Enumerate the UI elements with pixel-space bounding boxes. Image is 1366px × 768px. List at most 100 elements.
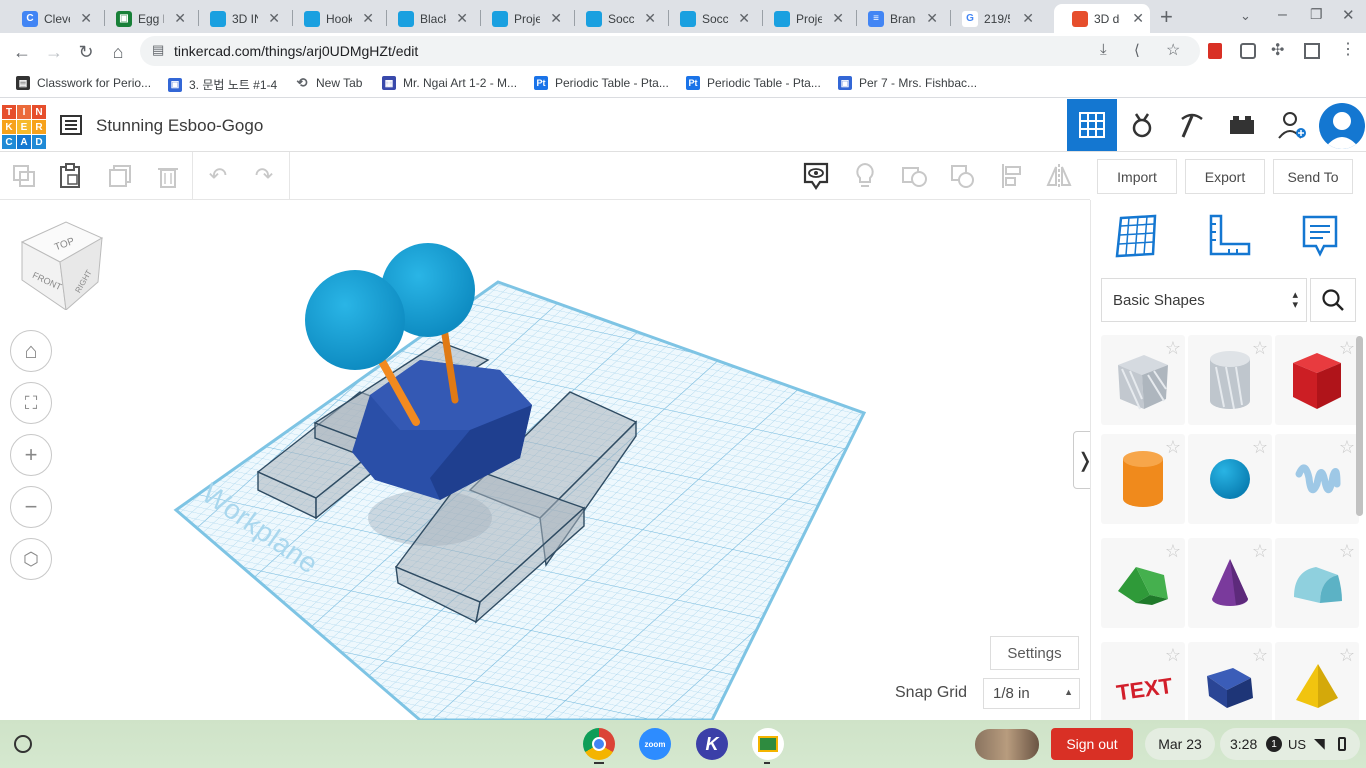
browser-tab[interactable]: ▣ Egg D ✕: [98, 4, 192, 33]
favorite-star-icon[interactable]: ☆: [1339, 646, 1355, 664]
shape-round-roof[interactable]: ☆: [1275, 538, 1359, 628]
close-icon[interactable]: ✕: [1132, 10, 1144, 27]
notes-icon[interactable]: [1301, 214, 1339, 263]
close-icon[interactable]: ✕: [550, 10, 562, 27]
shape-roof[interactable]: ☆: [1101, 538, 1185, 628]
send-to-button[interactable]: Send To: [1273, 159, 1353, 194]
close-icon[interactable]: ✕: [80, 10, 92, 27]
site-info-icon[interactable]: ▤: [152, 42, 164, 58]
browser-tab[interactable]: Hook ✕: [286, 4, 380, 33]
paste-icon[interactable]: [54, 160, 86, 192]
puzzle-icon[interactable]: ✣: [1271, 40, 1284, 60]
browser-tab[interactable]: Socce ✕: [568, 4, 662, 33]
duplicate-icon[interactable]: [104, 160, 136, 192]
favorite-star-icon[interactable]: ☆: [1165, 438, 1181, 456]
install-icon[interactable]: ⤓: [1100, 41, 1107, 58]
bricks-view-button[interactable]: [1167, 99, 1217, 151]
redo-icon[interactable]: ↷: [248, 160, 280, 192]
favorite-star-icon[interactable]: ☆: [1165, 339, 1181, 357]
bookmark-item[interactable]: ▣ Per 7 - Mrs. Fishbac...: [838, 76, 977, 90]
back-icon[interactable]: ←: [9, 39, 35, 65]
new-tab-icon[interactable]: +: [1160, 4, 1173, 30]
favorite-star-icon[interactable]: ☆: [1339, 438, 1355, 456]
shape-scribble[interactable]: ☆: [1275, 434, 1359, 524]
chrome-icon[interactable]: [583, 728, 615, 760]
zoom-out-icon[interactable]: −: [10, 486, 52, 528]
close-icon[interactable]: ✕: [268, 10, 280, 27]
view-cube[interactable]: TOP FRONT RIGHT: [18, 218, 106, 312]
bookmark-item[interactable]: ▤ Classwork for Perio...: [16, 76, 151, 90]
copy-icon[interactable]: [8, 160, 40, 192]
browser-tab-active[interactable]: 3D de ✕: [1054, 4, 1150, 33]
favorite-star-icon[interactable]: ☆: [1165, 646, 1181, 664]
address-bar[interactable]: ▤ tinkercad.com/things/arj0UDMgHZt/edit …: [140, 36, 1200, 66]
close-icon[interactable]: ✕: [1022, 10, 1034, 27]
home-icon[interactable]: ⌂: [105, 39, 131, 65]
browser-tab[interactable]: Projec ✕: [756, 4, 850, 33]
favorite-star-icon[interactable]: ☆: [1339, 542, 1355, 560]
system-tray[interactable]: 3:28 1 US ◥: [1220, 728, 1360, 760]
restore-icon[interactable]: ❐: [1310, 6, 1323, 23]
close-icon[interactable]: ✕: [456, 10, 468, 27]
close-icon[interactable]: ✕: [174, 10, 186, 27]
shape-text[interactable]: TEXT ☆: [1101, 642, 1185, 732]
panel-scrollbar[interactable]: [1356, 336, 1363, 516]
workplane-viewport[interactable]: Workplane TOP FRONT RIGHT ⌂ ⛶ + − ⬡ Sett…: [0, 200, 1090, 720]
shape-half-cylinder[interactable]: ☆: [1188, 642, 1272, 732]
avatar[interactable]: [1319, 103, 1365, 149]
extension-icon[interactable]: [1208, 43, 1222, 59]
zoom-icon[interactable]: zoom: [639, 728, 671, 760]
invite-user-button[interactable]: [1267, 99, 1317, 151]
tinkercad-logo[interactable]: T I N K E R C A D: [2, 105, 46, 149]
shape-pyramid[interactable]: ☆: [1275, 642, 1359, 732]
shape-sphere[interactable]: ☆: [1188, 434, 1272, 524]
reload-icon[interactable]: ↻: [73, 39, 99, 65]
avatar[interactable]: [975, 729, 1039, 760]
shape-cylinder[interactable]: ☆: [1101, 434, 1185, 524]
bookmark-star-icon[interactable]: ☆: [1166, 40, 1180, 60]
sign-out-button[interactable]: Sign out: [1051, 728, 1133, 760]
chevron-down-icon[interactable]: ⌄: [1240, 8, 1251, 24]
browser-tab[interactable]: Black ✕: [380, 4, 474, 33]
browser-tab[interactable]: G 219/5 ✕: [944, 4, 1052, 33]
more-menu-icon[interactable]: ⋮: [1340, 39, 1356, 59]
shape-category-select[interactable]: Basic Shapes ▴ ▾: [1101, 278, 1307, 322]
ruler-icon[interactable]: [1207, 214, 1251, 263]
favorite-star-icon[interactable]: ☆: [1252, 438, 1268, 456]
mirror-icon[interactable]: [1043, 160, 1075, 192]
workplane-tool-icon[interactable]: [1115, 214, 1159, 263]
import-button[interactable]: Import: [1097, 159, 1177, 194]
launcher-icon[interactable]: [14, 735, 32, 753]
side-panel-icon[interactable]: [1304, 43, 1320, 59]
close-icon[interactable]: ✕: [644, 10, 656, 27]
fit-view-icon[interactable]: ⛶: [10, 382, 52, 424]
browser-tab[interactable]: C Clever ✕: [4, 4, 98, 33]
export-button[interactable]: Export: [1185, 159, 1265, 194]
lego-view-button[interactable]: [1217, 99, 1267, 151]
shape-cone[interactable]: ☆: [1188, 538, 1272, 628]
close-window-icon[interactable]: ✕: [1342, 6, 1355, 24]
forward-icon[interactable]: →: [41, 39, 67, 65]
snap-grid-select[interactable]: 1/8 in ▲: [983, 678, 1080, 709]
ungroup-icon[interactable]: [947, 160, 979, 192]
close-icon[interactable]: ✕: [738, 10, 750, 27]
favorite-star-icon[interactable]: ☆: [1252, 646, 1268, 664]
undo-icon[interactable]: ↶: [202, 160, 234, 192]
close-icon[interactable]: ✕: [362, 10, 374, 27]
collapse-panel-icon[interactable]: ❭: [1073, 431, 1090, 489]
browser-tab[interactable]: Socce ✕: [662, 4, 756, 33]
shape-box-hole[interactable]: ☆: [1101, 335, 1185, 425]
home-view-icon[interactable]: ⌂: [10, 330, 52, 372]
share-icon[interactable]: ⟨: [1134, 41, 1140, 59]
design-title[interactable]: Stunning Esboo-Gogo: [96, 116, 263, 136]
shape-box[interactable]: ☆: [1275, 335, 1359, 425]
minimize-icon[interactable]: –: [1278, 6, 1287, 24]
favorite-star-icon[interactable]: ☆: [1339, 339, 1355, 357]
bookmark-item[interactable]: ⟲ New Tab: [295, 75, 363, 90]
favorite-star-icon[interactable]: ☆: [1252, 339, 1268, 357]
bookmark-item[interactable]: Pt Periodic Table - Pta...: [686, 76, 821, 90]
shape-search-button[interactable]: [1310, 278, 1356, 322]
browser-tab[interactable]: ≡ Brand ✕: [850, 4, 944, 33]
delete-icon[interactable]: [152, 160, 184, 192]
blocks-view-button[interactable]: [1117, 99, 1167, 151]
